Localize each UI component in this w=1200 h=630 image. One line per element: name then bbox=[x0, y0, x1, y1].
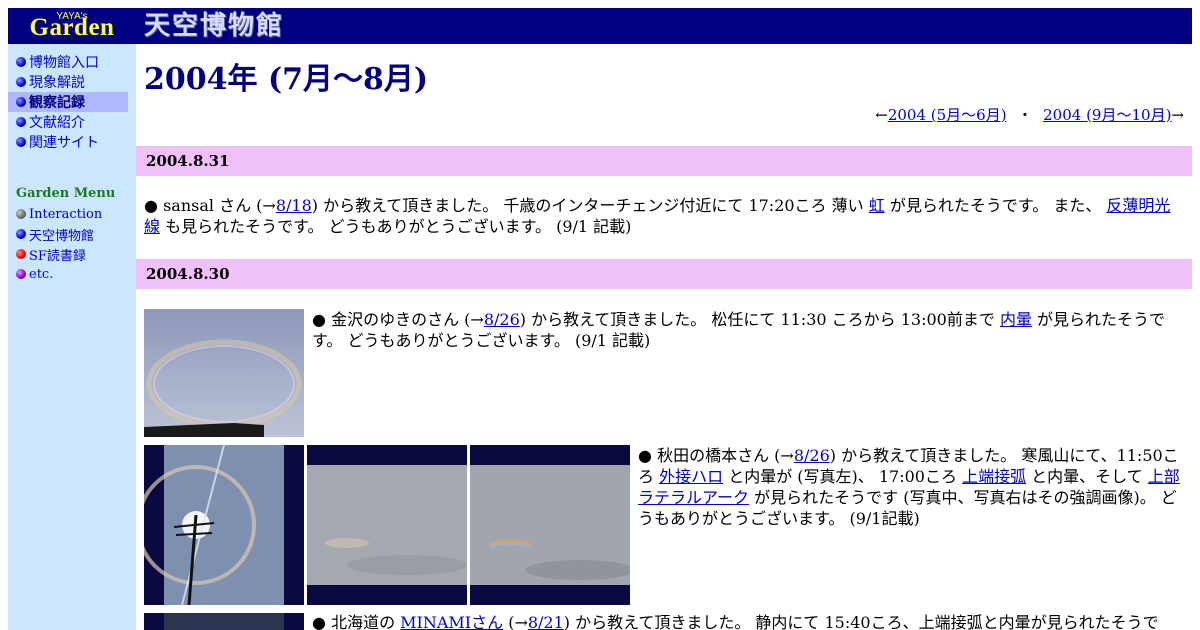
halo-photo bbox=[144, 613, 304, 630]
entry-text: と内暈、そして bbox=[1026, 467, 1148, 486]
sidebar: 博物館入口 現象解説 観察記録 文献紹介 関連サイト Garden Menu I… bbox=[8, 44, 136, 630]
garden-menu-label: 天空博物館 bbox=[29, 228, 95, 244]
bullet-dot-icon bbox=[16, 209, 26, 219]
entry-link[interactable]: 虹 bbox=[869, 196, 885, 215]
nav-item-label: 現象解説 bbox=[29, 75, 85, 91]
bullet-dot-icon bbox=[16, 97, 26, 107]
prev-arrow: ← bbox=[875, 106, 888, 124]
logo-big-text: Garden bbox=[29, 14, 115, 41]
entry-link[interactable]: 8/26 bbox=[484, 310, 520, 329]
garden-menu-sf-books[interactable]: SF読書録 bbox=[8, 244, 136, 264]
nav-item-phenomena[interactable]: 現象解説 bbox=[8, 72, 136, 92]
entry-text: 秋田の橋本さん (→ bbox=[657, 446, 794, 465]
bullet-dot-icon bbox=[16, 269, 26, 279]
nav-item-literature[interactable]: 文献紹介 bbox=[8, 112, 136, 132]
entry-text: も見られたそうです。 どうもありがとうございます。 (9/1 記載) bbox=[160, 217, 632, 236]
entry-link[interactable]: 外接ハロ bbox=[659, 467, 723, 486]
entry-text: 北海道の bbox=[331, 613, 401, 630]
entry-link[interactable]: 上端接弧 bbox=[962, 467, 1026, 486]
entry-text: と内暈が (写真左)、 17:00ころ bbox=[723, 467, 963, 486]
garden-menu-sky-museum[interactable]: 天空博物館 bbox=[8, 224, 136, 244]
nav-item-label: 観察記録 bbox=[29, 95, 85, 111]
site-logo[interactable]: YAYA's Garden bbox=[8, 8, 136, 44]
entry-text: 金沢のゆきのさん (→ bbox=[331, 310, 484, 329]
garden-menu-label: SF読書録 bbox=[29, 248, 86, 264]
halo-photo bbox=[144, 309, 304, 437]
bullet-dot-icon bbox=[16, 249, 26, 259]
garden-menu-label: etc. bbox=[29, 266, 54, 282]
entry-link[interactable]: 8/26 bbox=[794, 446, 830, 465]
nav-item-label: 文献紹介 bbox=[29, 115, 85, 131]
circumscribed-halo-photo-image bbox=[144, 445, 284, 605]
bullet-dot-icon bbox=[16, 137, 26, 147]
next-period-link[interactable]: 2004 (9月～10月) bbox=[1043, 106, 1171, 124]
halo-photo bbox=[307, 445, 467, 605]
entry-link[interactable]: 8/21 bbox=[528, 613, 564, 630]
date-heading: 2004.8.31 bbox=[136, 146, 1192, 176]
halo-photo bbox=[144, 445, 304, 605]
garden-menu-label: Interaction bbox=[29, 206, 103, 222]
entry-link[interactable]: MINAMIさん bbox=[400, 613, 503, 630]
entry-bullet: ● bbox=[312, 613, 326, 630]
entry-text: (→ bbox=[503, 613, 528, 630]
upper-tangent-arc-photo-image bbox=[307, 465, 467, 585]
entry-item: ● 秋田の橋本さん (→8/26) から教えて頂きました。 寒風山にて、11:5… bbox=[638, 445, 1184, 529]
bullet-dot-icon bbox=[16, 77, 26, 87]
entry-text: sansal さん (→ bbox=[163, 196, 276, 215]
date-heading: 2004.8.30 bbox=[136, 259, 1192, 289]
entry-bullet: ● bbox=[144, 196, 158, 215]
entry-link[interactable]: 8/18 bbox=[276, 196, 312, 215]
page-title: 2004年 (7月～8月) bbox=[144, 62, 429, 97]
pager-separator: ・ bbox=[1017, 106, 1033, 124]
shizunai-halo-photo-image bbox=[164, 613, 284, 630]
header-bar: 天空博物館 bbox=[136, 8, 1192, 44]
enhanced-arc-photo-image bbox=[470, 465, 630, 585]
halo-photo bbox=[470, 445, 630, 605]
garden-menu-etc[interactable]: etc. bbox=[8, 264, 136, 284]
bullet-dot-icon bbox=[16, 117, 26, 127]
next-arrow: → bbox=[1171, 106, 1184, 124]
entry-text: ) から教えて頂きました。 千歳のインターチェンジ付近にて 17:20ころ 薄い bbox=[311, 196, 869, 215]
halo-photo-image bbox=[144, 309, 304, 437]
bullet-dot-icon bbox=[16, 229, 26, 239]
pager: ←2004 (5月～6月) ・ 2004 (9月～10月)→ bbox=[875, 104, 1184, 125]
bullet-dot-icon bbox=[16, 57, 26, 67]
site-title: 天空博物館 bbox=[144, 11, 285, 41]
entry-link[interactable]: 内暈 bbox=[1000, 310, 1032, 329]
nav-item-related-sites[interactable]: 関連サイト bbox=[8, 132, 136, 152]
entry-bullet: ● bbox=[312, 310, 326, 329]
nav-item-label: 関連サイト bbox=[29, 135, 99, 151]
nav-item-observations[interactable]: 観察記録 bbox=[8, 92, 128, 112]
entry-text: が見られたそうです。 また、 bbox=[884, 196, 1107, 215]
nav-item-entrance[interactable]: 博物館入口 bbox=[8, 52, 136, 72]
garden-menu-interaction[interactable]: Interaction bbox=[8, 204, 136, 224]
entry-item: ● 北海道の MINAMIさん (→8/21) から教えて頂きました。 静内にて… bbox=[312, 612, 1184, 630]
prev-period-link[interactable]: 2004 (5月～6月) bbox=[888, 106, 1007, 124]
entry-bullet: ● bbox=[638, 446, 652, 465]
entry-item: ● sansal さん (→8/18) から教えて頂きました。 千歳のインターチ… bbox=[144, 195, 1184, 237]
entry-item: ● 金沢のゆきのさん (→8/26) から教えて頂きました。 松任にて 11:3… bbox=[312, 309, 1184, 351]
garden-menu-title: Garden Menu bbox=[16, 186, 116, 201]
nav-item-label: 博物館入口 bbox=[29, 55, 99, 71]
entry-text: ) から教えて頂きました。 松任にて 11:30 ころから 13:00前まで bbox=[519, 310, 1000, 329]
